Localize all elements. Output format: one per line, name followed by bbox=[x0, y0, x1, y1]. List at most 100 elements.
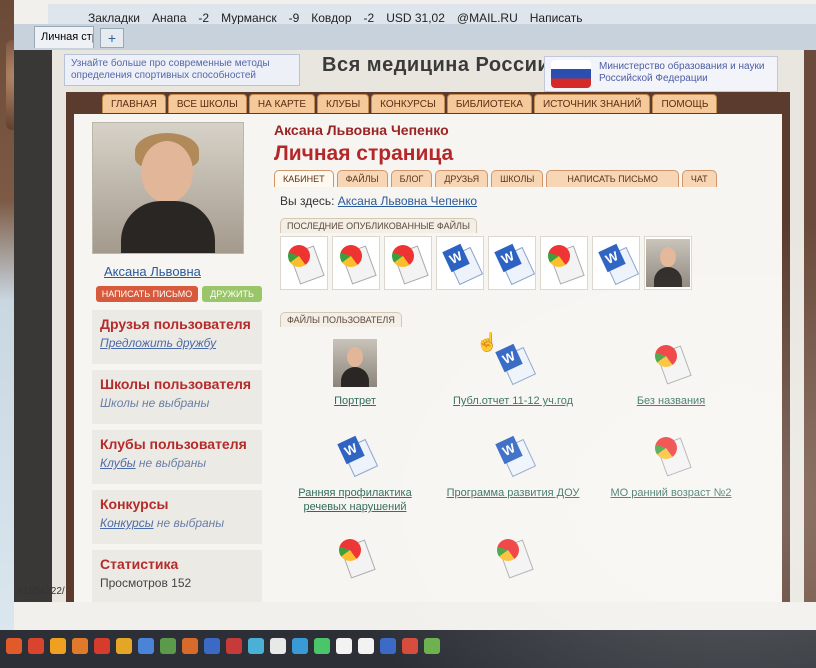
new-tab-button[interactable]: + bbox=[100, 28, 124, 48]
nav-contests[interactable]: КОНКУРСЫ bbox=[371, 94, 445, 113]
file-caption[interactable]: Программа развития ДОУ bbox=[438, 486, 588, 500]
firefox-icon[interactable] bbox=[6, 638, 22, 654]
app-icon[interactable] bbox=[292, 638, 308, 654]
breadcrumb-prefix: Вы здесь: bbox=[280, 194, 338, 208]
tab-chat[interactable]: ЧАТ bbox=[681, 170, 717, 187]
avatar-body bbox=[121, 201, 215, 253]
contests-link[interactable]: Конкурсы bbox=[100, 516, 154, 530]
folder-icon[interactable] bbox=[116, 638, 132, 654]
friends-row: Предложить дружбу bbox=[100, 336, 254, 350]
browser-tab[interactable]: Личная стр... bbox=[34, 26, 94, 48]
bookmark-mailru[interactable]: @MAIL.RU bbox=[457, 11, 518, 25]
app-icon[interactable] bbox=[50, 638, 66, 654]
breadcrumb-link[interactable]: Аксана Львовна Чепенко bbox=[338, 194, 477, 208]
document-icon[interactable] bbox=[336, 638, 352, 654]
main-column: Аксана Львовна Чепенко Личная страница К… bbox=[274, 118, 774, 602]
bookmark-usd[interactable]: USD 31,02 bbox=[386, 11, 445, 25]
recent-file-3[interactable] bbox=[384, 236, 432, 290]
file-caption[interactable]: Портрет bbox=[280, 394, 430, 408]
clubs-title: Клубы пользователя bbox=[100, 436, 247, 452]
excel-icon[interactable] bbox=[160, 638, 176, 654]
file-item[interactable]: W Ранняя профилактика речевых нарушений bbox=[280, 428, 430, 514]
tab-cabinet[interactable]: КАБИНЕТ bbox=[274, 170, 334, 187]
recent-file-2[interactable] bbox=[332, 236, 380, 290]
recent-file-6[interactable] bbox=[540, 236, 588, 290]
nav-home[interactable]: ГЛАВНАЯ bbox=[102, 94, 166, 113]
write-letter-button[interactable]: НАПИСАТЬ ПИСЬМО bbox=[96, 286, 198, 302]
tab-friends[interactable]: ДРУЗЬЯ bbox=[435, 170, 489, 187]
app-icon[interactable] bbox=[248, 638, 264, 654]
clubs-link[interactable]: Клубы bbox=[100, 456, 136, 470]
presentation-icon bbox=[338, 243, 377, 285]
recent-files-strip: W W W bbox=[280, 236, 692, 290]
presentation-icon bbox=[653, 343, 692, 385]
breadcrumb: Вы здесь: Аксана Львовна Чепенко bbox=[280, 194, 477, 208]
app-icon[interactable] bbox=[270, 638, 286, 654]
friends-title: Друзья пользователя bbox=[100, 316, 251, 332]
page-title: Личная страница bbox=[274, 142, 454, 165]
file-item[interactable] bbox=[438, 530, 588, 584]
app-icon[interactable] bbox=[226, 638, 242, 654]
app-icon[interactable] bbox=[402, 638, 418, 654]
bookmark-anapa[interactable]: Анапа bbox=[152, 11, 186, 25]
profile-name-link[interactable]: Аксана Львовна bbox=[104, 264, 201, 279]
presentation-icon bbox=[653, 435, 692, 477]
nav-help[interactable]: ПОМОЩЬ bbox=[652, 94, 718, 113]
file-item[interactable]: Без названия bbox=[596, 336, 746, 408]
file-caption[interactable]: Без названия bbox=[596, 394, 746, 408]
word-icon[interactable] bbox=[138, 638, 154, 654]
file-item[interactable] bbox=[280, 530, 430, 584]
file-item[interactable]: МО ранний возраст №2 bbox=[596, 428, 746, 500]
presentation-icon bbox=[337, 537, 376, 579]
recent-file-1[interactable] bbox=[280, 236, 328, 290]
offer-friendship-link[interactable]: Предложить дружбу bbox=[100, 336, 216, 350]
tab-files[interactable]: ФАЙЛЫ bbox=[336, 170, 388, 187]
file-caption[interactable]: МО ранний возраст №2 bbox=[596, 486, 746, 500]
file-item[interactable]: W Программа развития ДОУ bbox=[438, 428, 588, 500]
tab-schools[interactable]: ШКОЛЫ bbox=[491, 170, 544, 187]
avatar-face bbox=[141, 141, 193, 203]
site-title[interactable]: Вся медицина России bbox=[322, 54, 550, 77]
tab-write-letter[interactable]: НАПИСАТЬ ПИСЬМО bbox=[546, 170, 679, 187]
recent-file-5[interactable]: W bbox=[488, 236, 536, 290]
app-icon[interactable] bbox=[72, 638, 88, 654]
bookmark-write[interactable]: Написать bbox=[530, 11, 583, 25]
app-icon[interactable] bbox=[94, 638, 110, 654]
ministry-banner[interactable]: Министерство образования и науки Российс… bbox=[544, 56, 778, 92]
file-caption[interactable]: Публ.отчет 11-12 уч.год bbox=[438, 394, 588, 408]
file-caption[interactable]: Ранняя профилактика речевых нарушений bbox=[280, 486, 430, 514]
screen: Закладки Анапа -2 Мурманск -9 Ковдор -2 … bbox=[14, 0, 816, 630]
app-icon[interactable] bbox=[314, 638, 330, 654]
recent-file-4[interactable]: W bbox=[436, 236, 484, 290]
nav-all-schools[interactable]: ВСЕ ШКОЛЫ bbox=[167, 94, 247, 113]
nav-knowledge[interactable]: ИСТОЧНИК ЗНАНИЙ bbox=[533, 94, 651, 113]
opera-icon[interactable] bbox=[28, 638, 44, 654]
nav-library[interactable]: БИБЛИОТЕКА bbox=[446, 94, 532, 113]
app-icon[interactable] bbox=[380, 638, 396, 654]
nav-clubs[interactable]: КЛУБЫ bbox=[317, 94, 370, 113]
bookmark-zakladki[interactable]: Закладки bbox=[88, 11, 140, 25]
avatar[interactable] bbox=[92, 122, 244, 254]
taskbar-icons bbox=[6, 638, 440, 654]
word-document-icon: W bbox=[495, 343, 537, 386]
recent-file-7[interactable]: W bbox=[592, 236, 640, 290]
ministry-text: Министерство образования и науки Российс… bbox=[599, 61, 765, 84]
bookmark-murmansk[interactable]: Мурманск bbox=[221, 11, 276, 25]
presentation-icon bbox=[495, 537, 534, 579]
add-friend-button[interactable]: ДРУЖИТЬ bbox=[202, 286, 262, 302]
app-icon[interactable] bbox=[204, 638, 220, 654]
file-item[interactable]: Портрет bbox=[280, 336, 430, 408]
content-area: Аксана Львовна НАПИСАТЬ ПИСЬМО ДРУЖИТЬ Д… bbox=[74, 114, 782, 602]
file-item[interactable]: W Публ.отчет 11-12 уч.год bbox=[438, 336, 588, 408]
recent-file-8[interactable] bbox=[644, 236, 692, 290]
powerpoint-icon[interactable] bbox=[182, 638, 198, 654]
bookmark-kovdor[interactable]: Ковдор bbox=[311, 11, 351, 25]
ad-banner[interactable]: Узнайте больше про современные методы оп… bbox=[64, 54, 300, 86]
tab-blog[interactable]: БЛОГ bbox=[390, 170, 433, 187]
document-icon[interactable] bbox=[358, 638, 374, 654]
app-icon[interactable] bbox=[424, 638, 440, 654]
nav-map[interactable]: НА КАРТЕ bbox=[248, 94, 316, 113]
presentation-icon bbox=[546, 243, 585, 285]
schools-title: Школы пользователя bbox=[100, 376, 252, 392]
photo-icon bbox=[646, 239, 690, 287]
